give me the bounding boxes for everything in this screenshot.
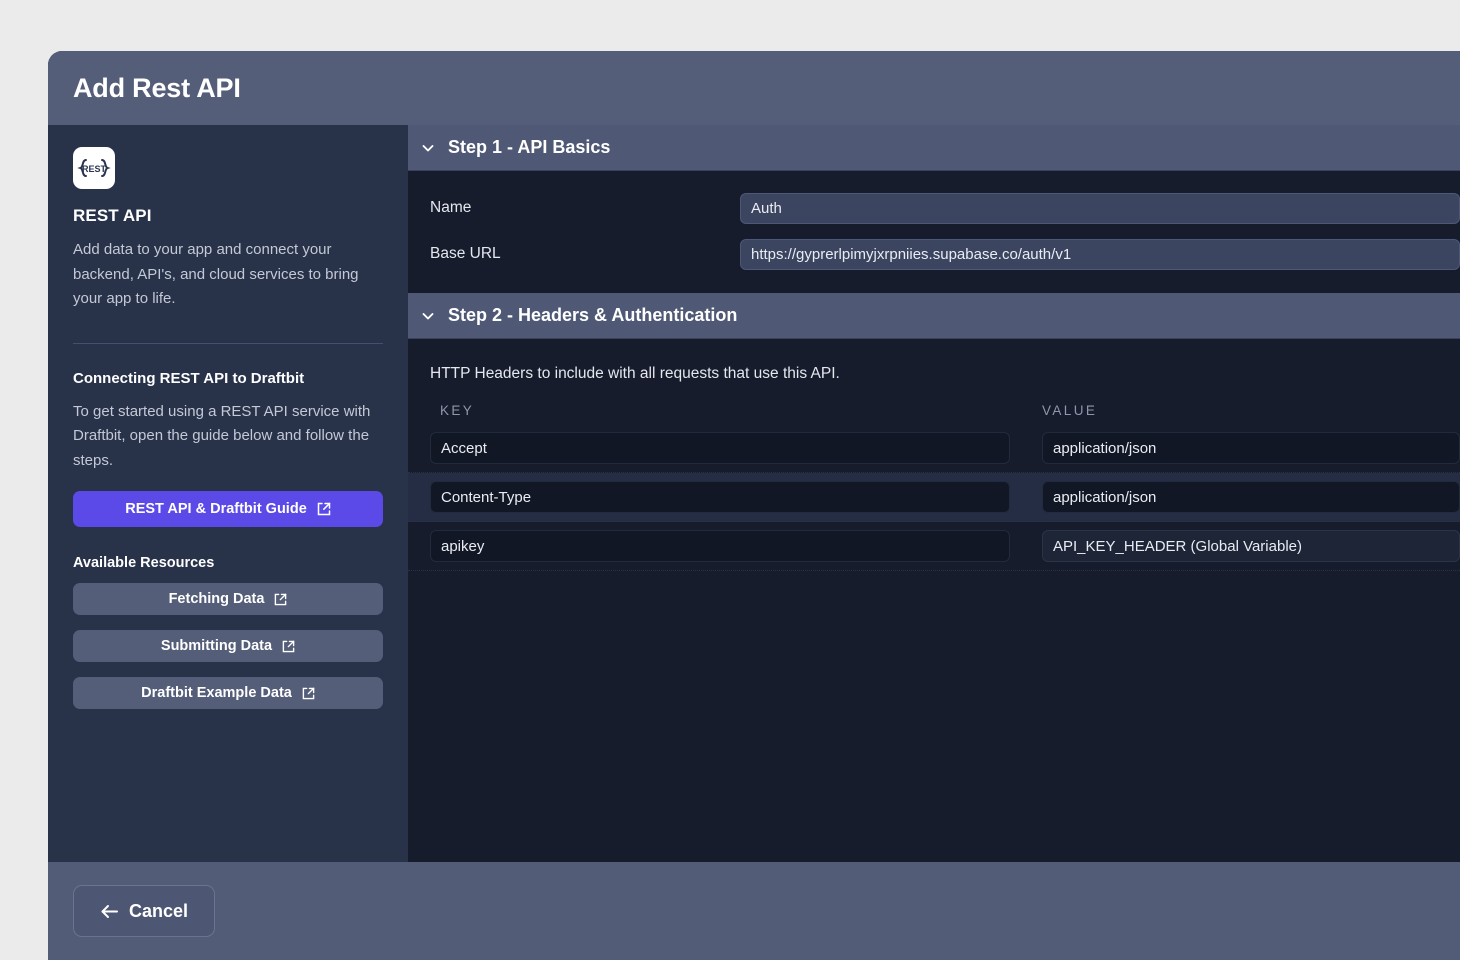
base-url-field-label: Base URL xyxy=(430,245,740,263)
info-sidebar: REST REST API Add data to your app and c… xyxy=(48,125,408,862)
rest-api-icon: REST xyxy=(73,147,115,189)
sidebar-divider xyxy=(73,343,383,344)
headers-note: HTTP Headers to include with all request… xyxy=(408,339,1460,383)
page-title: Add Rest API xyxy=(73,73,241,104)
resource-draftbit-example-data-button[interactable]: Draftbit Example Data xyxy=(73,677,383,709)
arrow-left-icon xyxy=(100,903,119,920)
chevron-down-icon xyxy=(420,140,436,156)
header-key-input[interactable] xyxy=(430,432,1010,464)
header-key-cell xyxy=(408,432,1020,464)
header-value-cell xyxy=(1020,432,1460,464)
external-link-icon xyxy=(317,502,331,516)
step-1-label: Step 1 - API Basics xyxy=(448,137,610,158)
modal-body: REST REST API Add data to your app and c… xyxy=(48,125,1460,862)
headers-table: KEY VALUE xyxy=(408,383,1460,571)
resource-submitting-data-button[interactable]: Submitting Data xyxy=(73,630,383,662)
cancel-button-label: Cancel xyxy=(129,901,188,922)
cancel-button[interactable]: Cancel xyxy=(73,885,215,937)
header-value-input[interactable] xyxy=(1042,432,1460,464)
external-link-icon xyxy=(274,593,287,606)
header-key-input[interactable] xyxy=(430,530,1010,562)
main-panel: Step 1 - API Basics Name Base URL Step 2 xyxy=(408,125,1460,862)
table-row xyxy=(408,522,1460,571)
sidebar-heading: REST API xyxy=(73,206,383,226)
step-2-label: Step 2 - Headers & Authentication xyxy=(448,305,737,326)
table-row xyxy=(408,424,1460,473)
external-link-icon xyxy=(282,640,295,653)
resources-heading: Available Resources xyxy=(73,555,383,571)
resource-fetching-data-button[interactable]: Fetching Data xyxy=(73,583,383,615)
external-link-icon xyxy=(302,687,315,700)
step-1-panel: Name Base URL xyxy=(408,171,1460,293)
chevron-down-icon xyxy=(420,308,436,324)
field-row-base-url: Base URL xyxy=(408,231,1460,277)
headers-table-column-row: KEY VALUE xyxy=(408,383,1460,424)
name-field-label: Name xyxy=(430,199,740,217)
name-input[interactable] xyxy=(740,193,1460,224)
table-empty-space xyxy=(408,571,1460,862)
step-1-header[interactable]: Step 1 - API Basics xyxy=(408,125,1460,171)
base-url-input[interactable] xyxy=(740,239,1460,270)
header-value-input[interactable] xyxy=(1042,481,1460,513)
table-row xyxy=(408,473,1460,522)
header-value-cell xyxy=(1020,481,1460,513)
header-key-cell xyxy=(408,530,1020,562)
rest-api-guide-button[interactable]: REST API & Draftbit Guide xyxy=(73,491,383,527)
header-value-global-variable-input[interactable] xyxy=(1042,530,1460,562)
modal-titlebar: Add Rest API xyxy=(48,51,1460,125)
field-row-name: Name xyxy=(408,185,1460,231)
guide-button-label: REST API & Draftbit Guide xyxy=(125,501,307,517)
modal-footer: Cancel xyxy=(48,862,1460,960)
column-header-value: VALUE xyxy=(1020,403,1460,418)
column-header-key: KEY xyxy=(408,403,1020,418)
header-key-input[interactable] xyxy=(430,481,1010,513)
add-rest-api-modal: Add Rest API REST REST API Add data to y… xyxy=(48,51,1460,960)
resource-label: Submitting Data xyxy=(161,638,272,654)
step-2-panel: HTTP Headers to include with all request… xyxy=(408,339,1460,862)
sidebar-description: Add data to your app and connect your ba… xyxy=(73,238,383,312)
resource-label: Draftbit Example Data xyxy=(141,685,292,701)
header-value-cell xyxy=(1020,530,1460,562)
step-2-header[interactable]: Step 2 - Headers & Authentication xyxy=(408,293,1460,339)
connect-text: To get started using a REST API service … xyxy=(73,400,383,474)
header-key-cell xyxy=(408,481,1020,513)
connect-heading: Connecting REST API to Draftbit xyxy=(73,370,383,387)
resource-label: Fetching Data xyxy=(169,591,265,607)
svg-text:REST: REST xyxy=(82,164,107,174)
